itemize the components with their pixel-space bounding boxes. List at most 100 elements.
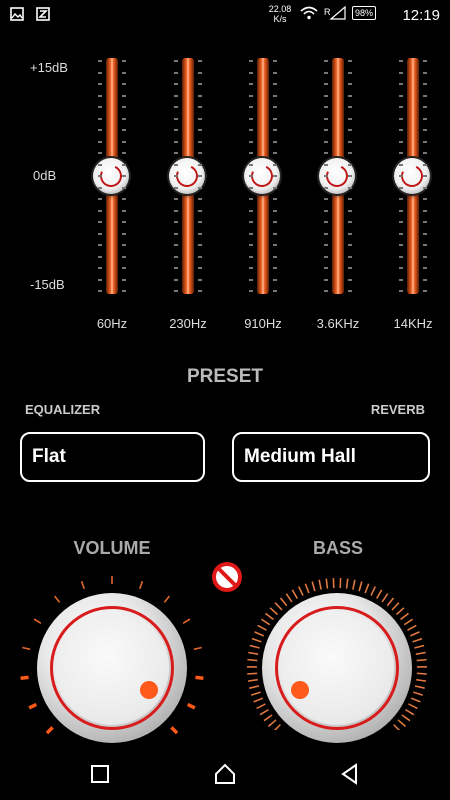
bass-scale-tick: [345, 578, 349, 589]
eq-scale-tick: [174, 60, 178, 62]
eq-slider-14khz[interactable]: [391, 58, 435, 294]
bass-scale-tick: [251, 637, 262, 643]
eq-scale-tick: [348, 94, 352, 97]
eq-scale-tick: [98, 140, 102, 143]
eq-scale-tick: [324, 117, 328, 120]
eq-scale-tick: [273, 255, 277, 258]
eq-scale-tick: [98, 117, 102, 120]
eq-scale-tick: [273, 186, 277, 189]
bass-scale-tick: [291, 589, 299, 599]
battery-indicator: 98%: [352, 6, 377, 20]
eq-scale-tick: [423, 290, 427, 292]
bass-scale-tick: [248, 651, 259, 656]
eq-scale-tick: [198, 290, 202, 292]
eq-scale-tick: [122, 152, 126, 154]
eq-scale-tick: [324, 209, 328, 212]
eq-scale-tick: [423, 278, 427, 281]
eq-scale-tick: [98, 186, 102, 189]
eq-scale-tick: [198, 244, 202, 246]
eq-scale-tick: [423, 117, 427, 120]
bass-scale-tick: [274, 602, 283, 611]
eq-scale-tick: [122, 186, 126, 189]
eq-scale-tick: [122, 140, 126, 143]
eq-scale-tick: [324, 94, 328, 97]
bass-scale-tick: [318, 579, 322, 590]
bass-scale-tick: [412, 637, 423, 643]
eq-scale-tick: [122, 60, 126, 62]
eq-scale-tick: [122, 221, 126, 223]
bass-scale-tick: [413, 691, 424, 696]
eq-scale-tick: [348, 60, 352, 62]
eq-scale-tick: [348, 106, 352, 108]
eq-scale-tick: [122, 198, 126, 200]
eq-scale-tick: [198, 267, 202, 269]
recent-apps-button[interactable]: [88, 762, 112, 786]
eq-scale-tick: [198, 232, 202, 235]
eq-scale-tick: [324, 71, 328, 74]
eq-scale-tick: [423, 163, 427, 166]
eq-scale-tick: [423, 255, 427, 258]
eq-scale-tick: [348, 221, 352, 223]
bass-scale-tick: [352, 579, 356, 590]
eq-scale-tick: [399, 83, 403, 85]
eq-scale-tick: [198, 175, 202, 177]
eq-scale-tick: [348, 71, 352, 74]
eq-slider-910hz[interactable]: [241, 58, 285, 294]
eq-scale-tick: [324, 163, 328, 166]
eq-scale-tick: [174, 163, 178, 166]
eq-scale-tick: [249, 106, 253, 108]
eq-scale-tick: [98, 129, 102, 131]
eq-scale-tick: [273, 152, 277, 154]
eq-scale-tick: [122, 290, 126, 292]
eq-scale-tick: [249, 140, 253, 143]
eq-scale-tick: [249, 60, 253, 62]
eq-scale-tick: [399, 175, 403, 177]
eq-scale-tick: [198, 117, 202, 120]
eq-scale-tick: [174, 198, 178, 200]
eq-scale-tick: [348, 255, 352, 258]
eq-scale-tick: [249, 94, 253, 97]
home-button[interactable]: [213, 762, 237, 786]
eq-scale-tick: [324, 129, 328, 131]
eq-scale-tick: [273, 209, 277, 212]
eq-scale-tick: [324, 221, 328, 223]
eq-scale-tick: [174, 232, 178, 235]
eq-scale-tick: [249, 117, 253, 120]
eq-scale-tick: [273, 106, 277, 108]
equalizer-preset-select[interactable]: Flat: [20, 432, 205, 482]
eq-slider-230hz[interactable]: [166, 58, 210, 294]
back-button[interactable]: [338, 762, 362, 786]
volume-scale-tick: [22, 646, 31, 651]
bass-scale-tick: [253, 697, 264, 703]
eq-slider-60hz[interactable]: [90, 58, 134, 294]
bass-scale-tick: [414, 644, 425, 649]
eq-scale-tick: [249, 244, 253, 246]
bass-scale-tick: [416, 672, 427, 675]
eq-scale-tick: [174, 175, 178, 177]
eq-scale-tick: [98, 290, 102, 292]
eq-scale-tick: [348, 117, 352, 120]
eq-scale-tick: [324, 83, 328, 85]
bass-scale-tick: [247, 672, 258, 675]
bass-scale-tick: [269, 607, 279, 616]
bass-scale-tick: [386, 597, 395, 607]
eq-scale-tick: [423, 267, 427, 269]
eq-scale-tick: [174, 278, 178, 281]
bass-knob[interactable]: [262, 593, 412, 743]
bass-scale-tick: [391, 602, 400, 611]
eq-scale-tick: [273, 60, 277, 62]
eq-scale-tick: [273, 94, 277, 97]
freq-label-14khz: 14KHz: [393, 316, 433, 331]
eq-scale-tick: [423, 94, 427, 97]
bypass-toggle-icon[interactable]: [211, 561, 243, 593]
bass-scale-tick: [407, 624, 417, 631]
volume-knob[interactable]: [37, 593, 187, 743]
eq-scale-tick: [249, 71, 253, 74]
eq-scale-tick: [273, 267, 277, 269]
eq-slider-3-6khz[interactable]: [316, 58, 360, 294]
freq-label-230hz: 230Hz: [169, 316, 207, 331]
volume-scale-tick: [54, 595, 61, 603]
bass-knob-face: [280, 611, 394, 725]
eq-scale-tick: [98, 198, 102, 200]
reverb-preset-select[interactable]: Medium Hall: [232, 432, 430, 482]
